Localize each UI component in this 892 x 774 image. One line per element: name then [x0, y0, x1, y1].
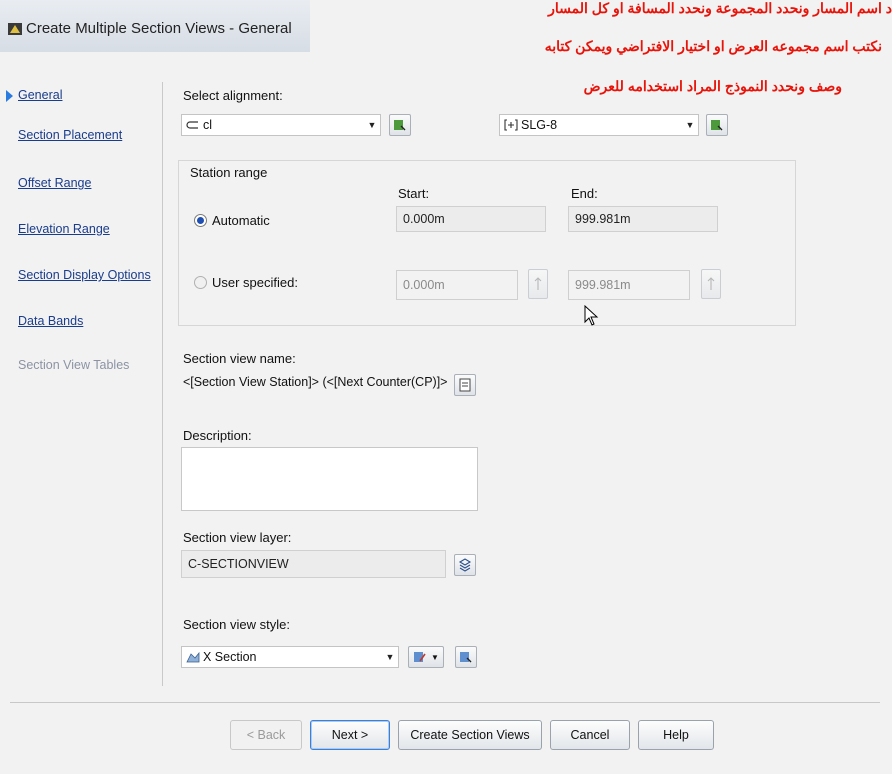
- name-template-icon: [459, 378, 471, 392]
- style-preview-icon: [460, 652, 472, 663]
- nav-divider: [162, 82, 163, 686]
- pick-end-station-button: [701, 269, 721, 299]
- pick-alignment-button[interactable]: [389, 114, 411, 136]
- nav-item-section-placement[interactable]: Section Placement: [18, 128, 122, 142]
- pick-start-station-button: [528, 269, 548, 299]
- select-layer-button[interactable]: [454, 554, 476, 576]
- pick-style-button[interactable]: [455, 646, 477, 668]
- chevron-down-icon: ▼: [385, 652, 395, 662]
- station-range-group: [178, 160, 796, 326]
- section-view-layer-label: Section view layer:: [183, 530, 292, 545]
- back-button: < Back: [230, 720, 302, 750]
- user-start-field: 0.000m: [396, 270, 518, 300]
- next-button[interactable]: Next >: [310, 720, 390, 750]
- user-end-field: 999.981m: [568, 270, 690, 300]
- automatic-label: Automatic: [212, 213, 270, 228]
- create-section-views-button[interactable]: Create Section Views: [398, 720, 542, 750]
- chevron-down-icon: ▼: [685, 120, 695, 130]
- style-icon: [186, 651, 200, 663]
- end-label: End:: [571, 186, 598, 201]
- sample-line-group-dropdown[interactable]: SLG-8 ▼: [499, 114, 699, 136]
- overlay-note-line-1: د اسم المسار ونحدد المجموعة ونحدد المساف…: [548, 0, 892, 16]
- section-view-name-label: Section view name:: [183, 351, 296, 366]
- edit-style-icon: [414, 652, 426, 662]
- station-range-label: Station range: [190, 165, 268, 180]
- title-bar: Create Multiple Section Views - General: [0, 0, 310, 52]
- alignment-dropdown[interactable]: cl ▼: [181, 114, 381, 136]
- chevron-down-icon: ▼: [367, 120, 377, 130]
- user-specified-label: User specified:: [212, 275, 298, 290]
- sample-line-group-icon: [504, 119, 518, 131]
- section-view-style-dropdown[interactable]: X Section ▼: [181, 646, 399, 668]
- chevron-down-icon: ▼: [431, 652, 439, 662]
- automatic-end-field: 999.981m: [568, 206, 718, 232]
- window-title: Create Multiple Section Views - General: [26, 20, 292, 37]
- automatic-radio[interactable]: [194, 214, 207, 227]
- nav-item-section-view-tables: Section View Tables: [18, 358, 130, 372]
- pick-sample-line-group-button[interactable]: [706, 114, 728, 136]
- edit-name-format-button[interactable]: [454, 374, 476, 396]
- sample-line-group-value: SLG-8: [521, 118, 558, 132]
- section-view-name-value: <[Section View Station]> (<[Next Counter…: [183, 375, 448, 389]
- footer-divider: [10, 702, 880, 703]
- pick-station-icon: [534, 277, 542, 290]
- start-label: Start:: [398, 186, 430, 201]
- mouse-cursor-icon: [584, 305, 599, 326]
- select-alignment-label: Select alignment:: [183, 88, 283, 103]
- overlay-note-line-2: نكتب اسم مجموعه العرض او اختيار الافتراض…: [544, 38, 882, 54]
- pick-station-icon: [707, 277, 715, 290]
- alignment-value: cl: [203, 118, 213, 132]
- nav-item-elevation-range[interactable]: Elevation Range: [18, 222, 110, 236]
- nav-item-offset-range[interactable]: Offset Range: [18, 176, 91, 190]
- cancel-button[interactable]: Cancel: [550, 720, 630, 750]
- section-view-layer-field: C-SECTIONVIEW: [181, 550, 446, 578]
- edit-style-button[interactable]: ▼: [408, 646, 444, 668]
- description-label: Description:: [183, 428, 252, 443]
- alignment-icon: [186, 121, 198, 129]
- user-specified-radio[interactable]: [194, 276, 207, 289]
- overlay-note-line-3: وصف ونحدد النموذج المراد استخدامه للعرض: [583, 78, 842, 94]
- section-view-style-label: Section view style:: [183, 617, 290, 632]
- nav-item-section-display-options[interactable]: Section Display Options: [18, 268, 151, 282]
- pick-from-drawing-icon: [711, 120, 723, 131]
- help-button[interactable]: Help: [638, 720, 714, 750]
- section-view-style-value: X Section: [203, 650, 257, 664]
- nav-item-data-bands[interactable]: Data Bands: [18, 314, 83, 328]
- description-textarea[interactable]: [181, 447, 478, 511]
- layers-icon: [458, 558, 472, 572]
- app-icon: [8, 23, 22, 35]
- pick-from-drawing-icon: [394, 120, 406, 131]
- nav-item-general[interactable]: General: [18, 88, 62, 102]
- automatic-start-field: 0.000m: [396, 206, 546, 232]
- current-page-arrow-icon: [6, 90, 13, 102]
